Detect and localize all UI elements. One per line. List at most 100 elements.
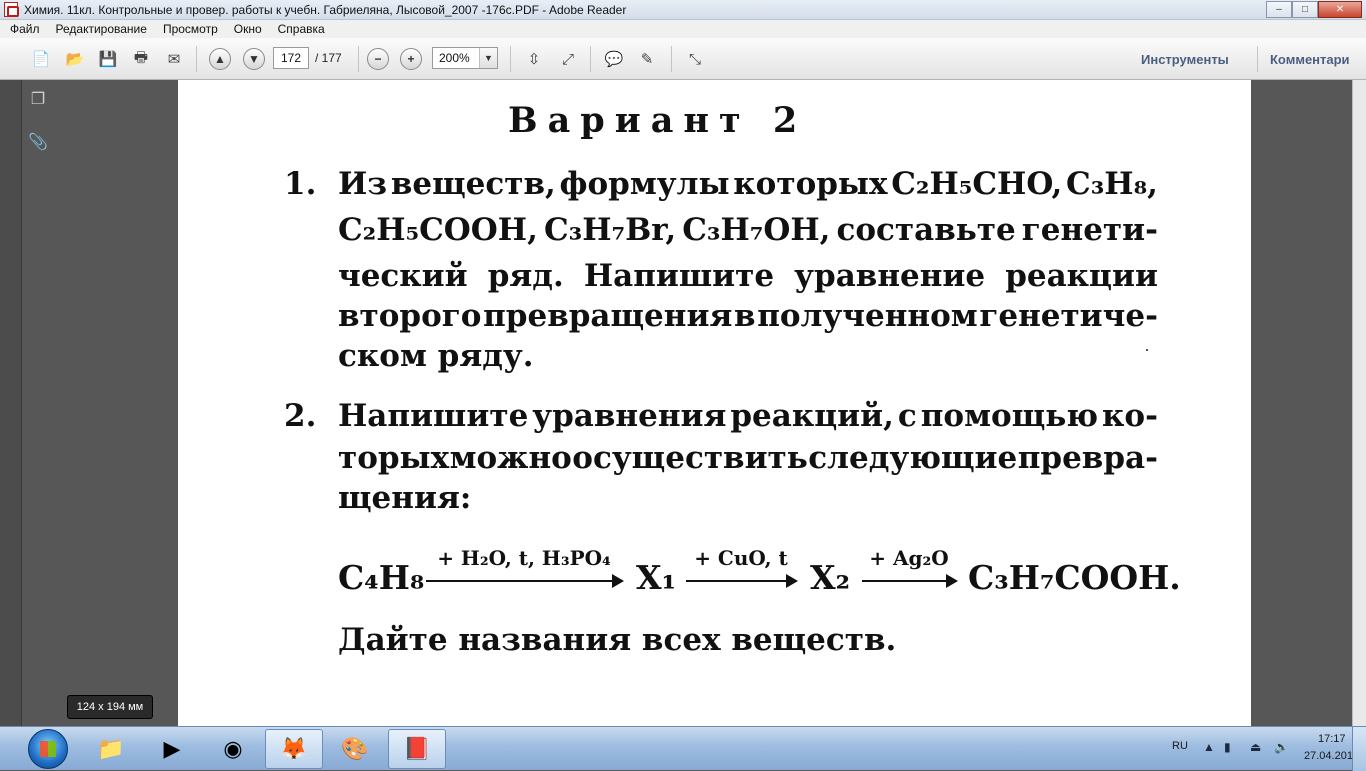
start-button[interactable] bbox=[28, 729, 68, 769]
firefox-icon[interactable]: 🦊 bbox=[265, 729, 323, 769]
scroll-mode-icon[interactable]: ⇳ bbox=[523, 48, 545, 70]
word: реакций, bbox=[730, 398, 894, 434]
chrome-icon[interactable]: ◉ bbox=[204, 729, 262, 769]
adobe-reader-taskbar-icon[interactable]: 📕 bbox=[388, 729, 446, 769]
volume-icon[interactable]: 🔈 bbox=[1274, 740, 1289, 754]
page-size-tooltip: 124 x 194 мм bbox=[67, 695, 153, 719]
save-icon[interactable]: 💾 bbox=[97, 48, 119, 70]
document-background-right bbox=[1251, 80, 1366, 726]
task1-line3: ческий ряд. Напишите уравнение реакции bbox=[338, 258, 1158, 294]
toolbar-divider bbox=[510, 46, 511, 72]
page-number-input[interactable]: 172 bbox=[273, 47, 309, 69]
word: можно bbox=[449, 440, 572, 476]
word: торых bbox=[338, 440, 450, 476]
show-hidden-icons-icon[interactable]: ▲ bbox=[1203, 740, 1215, 754]
clock-date[interactable]: 27.04.2013 bbox=[1304, 750, 1359, 762]
next-page-button[interactable]: ▼ bbox=[243, 48, 265, 70]
comment-pane-button[interactable]: Комментари bbox=[1270, 52, 1350, 67]
task1-line4: второго превращения в полученном генетич… bbox=[338, 298, 1158, 334]
title-bar: Химия. 11кл. Контрольные и провер. работ… bbox=[0, 0, 1366, 20]
full-screen-icon[interactable]: ⤡ bbox=[684, 48, 706, 70]
word: которых bbox=[733, 166, 888, 202]
word: Из bbox=[338, 166, 388, 202]
fit-page-icon[interactable]: ⤢ bbox=[557, 48, 579, 70]
word: ко- bbox=[1102, 398, 1158, 434]
task2-line3: щения: bbox=[338, 480, 472, 516]
email-icon[interactable]: ✉ bbox=[163, 48, 185, 70]
word: полученном bbox=[757, 298, 978, 334]
tools-pane-button[interactable]: Инструменты bbox=[1141, 52, 1229, 67]
comment-icon[interactable]: 💬 bbox=[603, 48, 625, 70]
arrow-label: + Ag₂O bbox=[869, 546, 949, 570]
zoom-out-button[interactable]: − bbox=[367, 48, 389, 70]
pages-icon[interactable]: ❐ bbox=[28, 88, 48, 110]
task1-line1: Из веществ, формулы которых C₂H₅CHO, C₃H… bbox=[338, 166, 1158, 202]
document-background-left bbox=[22, 80, 178, 726]
show-desktop-button[interactable] bbox=[1352, 727, 1366, 771]
task2-line2: торых можно осуществить следующие превра… bbox=[338, 440, 1158, 476]
adobe-reader-icon bbox=[4, 2, 19, 17]
window-title: Химия. 11кл. Контрольные и провер. работ… bbox=[24, 3, 627, 17]
menu-view[interactable]: Просмотр bbox=[161, 22, 220, 36]
word: осуществить bbox=[572, 440, 808, 476]
chevron-down-icon[interactable]: ▼ bbox=[479, 48, 497, 68]
toolbar-divider bbox=[590, 46, 591, 72]
word: ческий bbox=[338, 258, 468, 294]
word: превра- bbox=[1017, 440, 1158, 476]
reaction-scheme: C₄H₈ + H₂O, t, H₃PO₄ X₁ + CuO, t X₂ + Ag… bbox=[338, 546, 1181, 610]
open-icon[interactable]: 📂 bbox=[64, 48, 86, 70]
word: веществ, bbox=[390, 166, 556, 202]
task1-line5: ском ряду. bbox=[338, 338, 534, 374]
minimize-button[interactable]: – bbox=[1266, 1, 1292, 18]
previous-page-button[interactable]: ▲ bbox=[209, 48, 231, 70]
close-button[interactable]: ✕ bbox=[1318, 1, 1362, 18]
word: помощью bbox=[920, 398, 1099, 434]
scheme-x2: X₂ bbox=[810, 558, 851, 597]
maximize-button[interactable]: □ bbox=[1292, 1, 1318, 18]
media-player-icon[interactable]: ▶ bbox=[143, 729, 201, 769]
menu-edit[interactable]: Редактирование bbox=[54, 22, 149, 36]
word: с bbox=[897, 398, 917, 434]
safely-remove-icon[interactable]: ⏏ bbox=[1250, 740, 1261, 754]
word: Напишите bbox=[338, 398, 529, 434]
word: в bbox=[734, 298, 756, 334]
page-total: / 177 bbox=[315, 51, 342, 65]
word: генети- bbox=[1021, 212, 1158, 248]
toolbar-divider bbox=[1257, 46, 1258, 72]
task2-final: Дайте названия всех веществ. bbox=[338, 622, 897, 658]
explorer-icon[interactable]: 📁 bbox=[82, 729, 140, 769]
navigation-panel bbox=[0, 80, 22, 726]
reaction-arrow: + Ag₂O bbox=[862, 546, 958, 588]
formula: C₂H₅COOH, bbox=[338, 212, 538, 248]
attachments-icon[interactable]: 📎 bbox=[28, 131, 48, 153]
menu-file[interactable]: Файл bbox=[8, 22, 42, 36]
task1-number: 1. bbox=[284, 166, 317, 202]
zoom-in-button[interactable]: + bbox=[400, 48, 422, 70]
clock-time[interactable]: 17:17 bbox=[1318, 733, 1346, 745]
taskbar: 📁 ▶ ◉ 🦊 🎨 📕 RU ▲ ▮ ⏏ 🔈 17:17 27.04.2013 bbox=[0, 726, 1366, 771]
word: составьте bbox=[836, 212, 1016, 248]
window-controls: – □ ✕ bbox=[1266, 1, 1362, 18]
menu-help[interactable]: Справка bbox=[276, 22, 327, 36]
word: второго bbox=[338, 298, 482, 334]
reaction-arrow: + H₂O, t, H₃PO₄ bbox=[426, 546, 624, 588]
menu-bar: Файл Редактирование Просмотр Окно Справк… bbox=[0, 20, 1366, 38]
create-pdf-icon[interactable]: 📄 bbox=[30, 48, 52, 70]
vertical-scrollbar[interactable] bbox=[1352, 80, 1366, 726]
language-indicator[interactable]: RU bbox=[1172, 740, 1188, 752]
menu-window[interactable]: Окно bbox=[232, 22, 264, 36]
scheme-end: C₃H₇COOH. bbox=[968, 558, 1181, 597]
toolbar-divider bbox=[671, 46, 672, 72]
reaction-arrow: + CuO, t bbox=[686, 546, 798, 588]
highlight-icon[interactable]: ✎ bbox=[636, 48, 658, 70]
variant-title: Вариант 2 bbox=[508, 100, 808, 141]
word: уравнение bbox=[794, 258, 986, 294]
network-icon[interactable]: ▮ bbox=[1224, 740, 1231, 754]
scheme-x1: X₁ bbox=[636, 558, 677, 597]
zoom-value: 200% bbox=[439, 51, 470, 65]
zoom-select[interactable]: 200% ▼ bbox=[432, 47, 498, 69]
print-icon[interactable]: 🖶 bbox=[130, 48, 152, 70]
word: превращения bbox=[483, 298, 733, 334]
paint-icon[interactable]: 🎨 bbox=[326, 729, 384, 769]
word: формулы bbox=[559, 166, 730, 202]
